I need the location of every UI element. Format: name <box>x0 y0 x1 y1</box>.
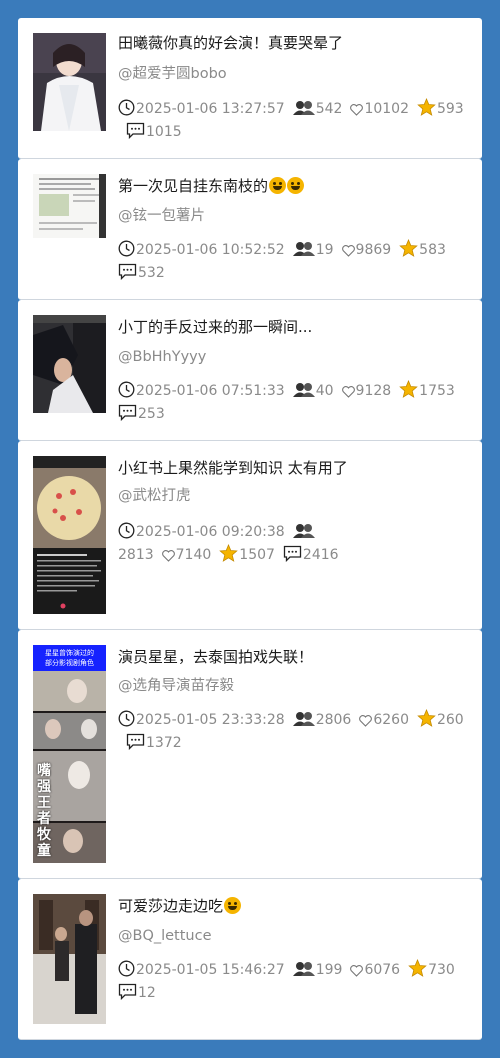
post-author[interactable]: @铉一包薯片 <box>118 206 205 226</box>
post-thumbnail[interactable] <box>33 33 106 131</box>
post-meta: 2025-01-06 13:27:57 542 10102 593 1015 <box>118 98 468 144</box>
comment-count: 2416 <box>302 547 339 563</box>
post-card[interactable]: 小丁的手反过来的那一瞬间... @BbHhYyyy 2025-01-06 07:… <box>18 300 482 441</box>
favorite-count: 1507 <box>239 547 275 563</box>
views-icon <box>292 962 315 976</box>
views-icon <box>292 524 315 538</box>
comment-icon[interactable] <box>283 545 302 562</box>
post-meta: 2025-01-05 23:33:28 2806 6260 260 1372 <box>118 709 468 755</box>
heart-icon[interactable] <box>161 550 175 562</box>
clock-icon <box>118 99 135 116</box>
view-count: 2806 <box>315 712 352 728</box>
favorite-count: 260 <box>436 712 464 728</box>
star-icon[interactable] <box>399 239 418 257</box>
clock-icon <box>118 381 135 398</box>
post-thumbnail[interactable] <box>33 315 106 413</box>
post-meta: 2813 7140 1507 2416 <box>118 544 468 567</box>
like-count: 9128 <box>355 383 392 399</box>
star-icon[interactable] <box>408 959 427 977</box>
heart-icon[interactable] <box>359 715 373 727</box>
clock-icon <box>118 522 135 539</box>
comment-count: 1372 <box>146 735 182 751</box>
post-meta: 2025-01-06 10:52:52 19 9869 583 532 <box>118 239 468 285</box>
post-card[interactable]: 小红书上果然能学到知识 太有用了 @武松打虎 2025-01-06 09:20:… <box>18 441 482 630</box>
view-count: 2813 <box>118 547 154 563</box>
cat-emoji <box>224 897 242 914</box>
post-title[interactable]: 可爱莎边走边吃 <box>118 897 223 915</box>
comment-count: 1015 <box>146 124 182 140</box>
favorite-count: 593 <box>436 101 464 117</box>
post-meta: 2025-01-06 09:20:38 <box>118 521 332 544</box>
views-icon <box>292 101 315 115</box>
post-author[interactable]: @BbHhYyyy <box>118 347 206 367</box>
post-card[interactable]: 第一次见自挂东南枝的 @铉一包薯片 2025-01-06 10:52:52 19 9… <box>18 159 482 300</box>
comment-count: 253 <box>138 406 165 422</box>
like-count: 6260 <box>373 712 409 728</box>
post-meta: 2025-01-05 15:46:27 199 6076 730 12 <box>118 959 468 1005</box>
thumbnail-banner: 星星曾饰演过的 部分影视剧角色 <box>33 645 106 674</box>
post-time: 2025-01-05 15:46:27 <box>136 962 285 978</box>
comment-count: 12 <box>138 985 156 1001</box>
like-count: 10102 <box>364 101 409 117</box>
post-title[interactable]: 小红书上果然能学到知识 太有用了 <box>118 459 348 477</box>
views-icon <box>292 712 315 726</box>
post-thumbnail[interactable]: 星星曾饰演过的 部分影视剧角色 嘴强王者牧童 <box>33 645 106 863</box>
comment-icon[interactable] <box>118 983 137 1000</box>
sweat-smile-emoji <box>269 177 287 194</box>
like-count: 6076 <box>364 962 401 978</box>
post-author[interactable]: @BQ_lettuce <box>118 926 212 946</box>
heart-icon[interactable] <box>350 104 364 116</box>
post-card[interactable]: 可爱莎边走边吃 @BQ_lettuce 2025-01-05 15:46:27 1… <box>18 879 482 1040</box>
post-card[interactable]: 星星曾饰演过的 部分影视剧角色 嘴强王者牧童 演员星星，去泰国拍戏失联！ @选角… <box>18 630 482 879</box>
post-time: 2025-01-06 10:52:52 <box>136 242 285 258</box>
post-title[interactable]: 小丁的手反过来的那一瞬间... <box>118 318 312 336</box>
post-meta: 2025-01-06 07:51:33 40 9128 1753 253 <box>118 380 468 426</box>
heart-icon[interactable] <box>341 386 355 398</box>
sweat-smile-emoji <box>287 177 305 194</box>
views-icon <box>292 383 315 397</box>
post-time: 2025-01-05 23:33:28 <box>136 712 285 728</box>
post-title[interactable]: 演员星星，去泰国拍戏失联！ <box>118 648 313 666</box>
post-thumbnail[interactable] <box>33 894 106 1024</box>
post-title[interactable]: 田曦薇你真的好会演！真要哭晕了 <box>118 34 343 52</box>
comment-icon[interactable] <box>126 733 145 750</box>
view-count: 19 <box>315 242 334 258</box>
post-card[interactable]: 田曦薇你真的好会演！真要哭晕了 @超爱芋圆bobo 2025-01-06 13:… <box>18 18 482 159</box>
star-icon[interactable] <box>399 380 418 398</box>
comment-icon[interactable] <box>118 404 137 421</box>
post-author[interactable]: @选角导演苗存毅 <box>118 676 234 696</box>
view-count: 199 <box>315 962 343 978</box>
thumbnail-overlay-text: 嘴强王者牧童 <box>37 763 51 859</box>
favorite-count: 1753 <box>419 383 455 399</box>
clock-icon <box>118 240 135 257</box>
post-thumbnail[interactable] <box>33 456 106 614</box>
views-icon <box>292 242 315 256</box>
post-time: 2025-01-06 13:27:57 <box>136 101 285 117</box>
favorite-count: 730 <box>428 962 455 978</box>
star-icon[interactable] <box>417 709 436 727</box>
view-count: 40 <box>315 383 334 399</box>
comment-icon[interactable] <box>118 263 137 280</box>
star-icon[interactable] <box>417 98 436 116</box>
post-thumbnail[interactable] <box>33 174 106 238</box>
star-icon[interactable] <box>219 544 239 562</box>
comment-count: 532 <box>138 265 165 281</box>
comment-icon[interactable] <box>126 122 145 139</box>
post-time: 2025-01-06 09:20:38 <box>136 524 285 540</box>
like-count: 7140 <box>175 547 212 563</box>
favorite-count: 583 <box>419 242 446 258</box>
view-count: 542 <box>315 101 343 117</box>
heart-icon[interactable] <box>350 965 364 977</box>
heart-icon[interactable] <box>341 245 355 257</box>
post-author[interactable]: @超爱芋圆bobo <box>118 64 227 84</box>
like-count: 9869 <box>355 242 392 258</box>
clock-icon <box>118 710 135 727</box>
clock-icon <box>118 960 135 977</box>
post-time: 2025-01-06 07:51:33 <box>136 383 285 399</box>
post-author[interactable]: @武松打虎 <box>118 486 191 506</box>
post-title[interactable]: 第一次见自挂东南枝的 <box>118 177 268 195</box>
